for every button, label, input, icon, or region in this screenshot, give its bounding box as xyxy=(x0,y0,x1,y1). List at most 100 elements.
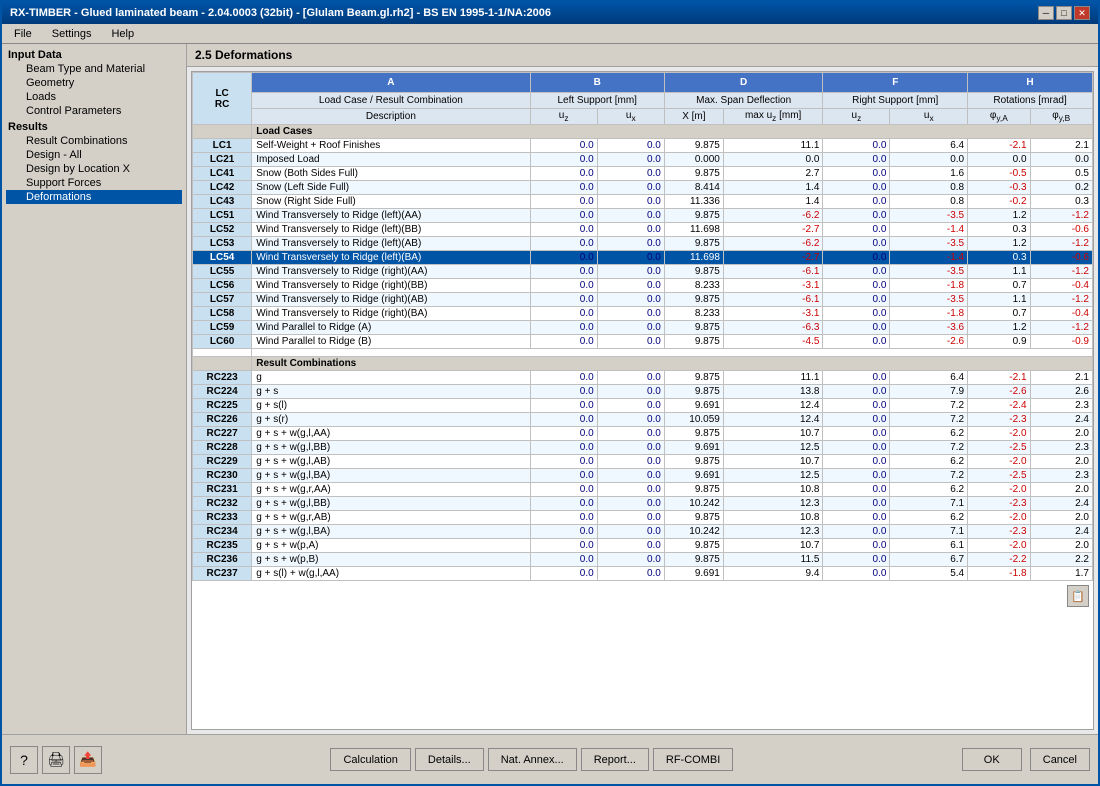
result-combination-row[interactable]: RC233 g + s + w(g,r,AB) 0.0 0.0 9.875 10… xyxy=(193,511,1093,525)
rc-e-max: 12.5 xyxy=(723,441,823,455)
result-combination-row[interactable]: RC230 g + s + w(g,l,BA) 0.0 0.0 9.691 12… xyxy=(193,469,1093,483)
col-a-header: A xyxy=(252,73,530,93)
minimize-button[interactable]: ─ xyxy=(1038,6,1054,20)
menu-settings[interactable]: Settings xyxy=(44,27,100,41)
b-uz: 0.0 xyxy=(530,293,597,307)
calculation-button[interactable]: Calculation xyxy=(330,748,410,771)
rc-h-phyb: 2.0 xyxy=(1030,511,1092,525)
rc-id: RC233 xyxy=(193,511,252,525)
export-button[interactable]: 📤 xyxy=(74,746,102,774)
load-case-row[interactable]: LC54 Wind Transversely to Ridge (left)(B… xyxy=(193,251,1093,265)
e-max-header: max uz [mm] xyxy=(723,109,823,125)
rc-h-phya: -2.4 xyxy=(968,399,1030,413)
menu-help[interactable]: Help xyxy=(103,27,142,41)
result-combination-row[interactable]: RC229 g + s + w(g,l,AB) 0.0 0.0 9.875 10… xyxy=(193,455,1093,469)
load-case-row[interactable]: LC55 Wind Transversely to Ridge (right)(… xyxy=(193,265,1093,279)
result-combination-row[interactable]: RC237 g + s(l) + w(g,l,AA) 0.0 0.0 9.691… xyxy=(193,567,1093,581)
load-case-row[interactable]: LC42 Snow (Left Side Full) 0.0 0.0 8.414… xyxy=(193,181,1093,195)
details-button[interactable]: Details... xyxy=(415,748,484,771)
g-ux: -3.5 xyxy=(890,209,968,223)
load-case-row[interactable]: LC56 Wind Transversely to Ridge (right)(… xyxy=(193,279,1093,293)
sidebar-item-loads[interactable]: Loads xyxy=(6,90,182,104)
lc-desc: Self-Weight + Roof Finishes xyxy=(252,139,530,153)
result-combination-row[interactable]: RC235 g + s + w(p,A) 0.0 0.0 9.875 10.7 … xyxy=(193,539,1093,553)
load-case-row[interactable]: LC51 Wind Transversely to Ridge (left)(A… xyxy=(193,209,1093,223)
sidebar-item-design-location[interactable]: Design by Location X xyxy=(6,162,182,176)
maximize-button[interactable]: □ xyxy=(1056,6,1072,20)
load-case-row[interactable]: LC59 Wind Parallel to Ridge (A) 0.0 0.0 … xyxy=(193,321,1093,335)
e-max: 2.7 xyxy=(723,167,823,181)
rc-f-uz: 0.0 xyxy=(823,413,890,427)
rc-b-uz: 0.0 xyxy=(530,399,597,413)
load-case-row[interactable]: LC21 Imposed Load 0.0 0.0 0.000 0.0 0.0 … xyxy=(193,153,1093,167)
result-combination-row[interactable]: RC231 g + s + w(g,r,AA) 0.0 0.0 9.875 10… xyxy=(193,483,1093,497)
rc-h-phyb: 2.0 xyxy=(1030,483,1092,497)
menu-file[interactable]: File xyxy=(6,27,40,41)
sidebar-item-geometry[interactable]: Geometry xyxy=(6,76,182,90)
cancel-button[interactable]: Cancel xyxy=(1030,748,1090,771)
rc-d-x: 9.875 xyxy=(664,385,723,399)
right-support-header: Right Support [mm] xyxy=(823,93,968,109)
load-case-row[interactable]: LC60 Wind Parallel to Ridge (B) 0.0 0.0 … xyxy=(193,335,1093,349)
e-max: -6.2 xyxy=(723,209,823,223)
nat-annex-button[interactable]: Nat. Annex... xyxy=(488,748,577,771)
rc-f-uz: 0.0 xyxy=(823,427,890,441)
h-phyb: -0.4 xyxy=(1030,279,1092,293)
rc-h-phya: -2.0 xyxy=(968,427,1030,441)
rc-b-uz: 0.0 xyxy=(530,469,597,483)
result-combination-row[interactable]: RC226 g + s(r) 0.0 0.0 10.059 12.4 0.0 7… xyxy=(193,413,1093,427)
load-case-row[interactable]: LC1 Self-Weight + Roof Finishes 0.0 0.0 … xyxy=(193,139,1093,153)
result-combination-row[interactable]: RC227 g + s + w(g,l,AA) 0.0 0.0 9.875 10… xyxy=(193,427,1093,441)
result-combination-row[interactable]: RC236 g + s + w(p,B) 0.0 0.0 9.875 11.5 … xyxy=(193,553,1093,567)
h-phyb: -1.2 xyxy=(1030,293,1092,307)
f-uz: 0.0 xyxy=(823,321,890,335)
load-case-row[interactable]: LC57 Wind Transversely to Ridge (right)(… xyxy=(193,293,1093,307)
sidebar-item-result-combinations[interactable]: Result Combinations xyxy=(6,134,182,148)
sidebar-item-beam-type[interactable]: Beam Type and Material xyxy=(6,62,182,76)
e-max: -6.1 xyxy=(723,293,823,307)
dialog-buttons: OK Cancel xyxy=(962,748,1090,771)
load-case-row[interactable]: LC58 Wind Transversely to Ridge (right)(… xyxy=(193,307,1093,321)
load-case-row[interactable]: LC43 Snow (Right Side Full) 0.0 0.0 11.3… xyxy=(193,195,1093,209)
rc-g-ux: 7.2 xyxy=(890,399,968,413)
result-combination-row[interactable]: RC234 g + s + w(g,l,BA) 0.0 0.0 10.242 1… xyxy=(193,525,1093,539)
sidebar-item-control-params[interactable]: Control Parameters xyxy=(6,104,182,118)
h-phyb: 0.0 xyxy=(1030,153,1092,167)
b-ux: 0.0 xyxy=(597,195,664,209)
h-phya: 1.2 xyxy=(968,209,1030,223)
rc-desc: g + s + w(p,A) xyxy=(252,539,530,553)
sidebar-item-deformations[interactable]: Deformations xyxy=(6,190,182,204)
ok-button[interactable]: OK xyxy=(962,748,1022,771)
b-uz: 0.0 xyxy=(530,153,597,167)
report-button[interactable]: Report... xyxy=(581,748,649,771)
rc-e-max: 13.8 xyxy=(723,385,823,399)
rf-combi-button[interactable]: RF-COMBI xyxy=(653,748,733,771)
load-case-row[interactable]: LC53 Wind Transversely to Ridge (left)(A… xyxy=(193,237,1093,251)
result-combination-row[interactable]: RC228 g + s + w(g,l,BB) 0.0 0.0 9.691 12… xyxy=(193,441,1093,455)
rc-h-phyb: 2.6 xyxy=(1030,385,1092,399)
result-combination-row[interactable]: RC232 g + s + w(g,l,BB) 0.0 0.0 10.242 1… xyxy=(193,497,1093,511)
result-combination-row[interactable]: RC223 g 0.0 0.0 9.875 11.1 0.0 6.4 -2.1 … xyxy=(193,371,1093,385)
rc-h-phyb: 2.3 xyxy=(1030,469,1092,483)
close-button[interactable]: ✕ xyxy=(1074,6,1090,20)
content-area: 2.5 Deformations LCRC A B D F H xyxy=(187,44,1098,734)
rc-e-max: 9.4 xyxy=(723,567,823,581)
help-button[interactable]: ? xyxy=(10,746,38,774)
g-ux: -3.6 xyxy=(890,321,968,335)
table-container[interactable]: LCRC A B D F H Load Case / Result Combin… xyxy=(191,71,1094,730)
rc-g-ux: 7.2 xyxy=(890,469,968,483)
load-case-row[interactable]: LC52 Wind Transversely to Ridge (left)(B… xyxy=(193,223,1093,237)
h-phya: 0.0 xyxy=(968,153,1030,167)
b-uz: 0.0 xyxy=(530,279,597,293)
result-combination-row[interactable]: RC225 g + s(l) 0.0 0.0 9.691 12.4 0.0 7.… xyxy=(193,399,1093,413)
lc-desc: Wind Transversely to Ridge (left)(BB) xyxy=(252,223,530,237)
rc-h-phyb: 2.0 xyxy=(1030,427,1092,441)
print-button[interactable]: 🖨 xyxy=(42,746,70,774)
lc-id: LC43 xyxy=(193,195,252,209)
sidebar-item-design-all[interactable]: Design - All xyxy=(6,148,182,162)
sidebar-item-support-forces[interactable]: Support Forces xyxy=(6,176,182,190)
rc-desc: g + s + w(g,r,AB) xyxy=(252,511,530,525)
rc-desc: g + s + w(g,r,AA) xyxy=(252,483,530,497)
result-combination-row[interactable]: RC224 g + s 0.0 0.0 9.875 13.8 0.0 7.9 -… xyxy=(193,385,1093,399)
load-case-row[interactable]: LC41 Snow (Both Sides Full) 0.0 0.0 9.87… xyxy=(193,167,1093,181)
